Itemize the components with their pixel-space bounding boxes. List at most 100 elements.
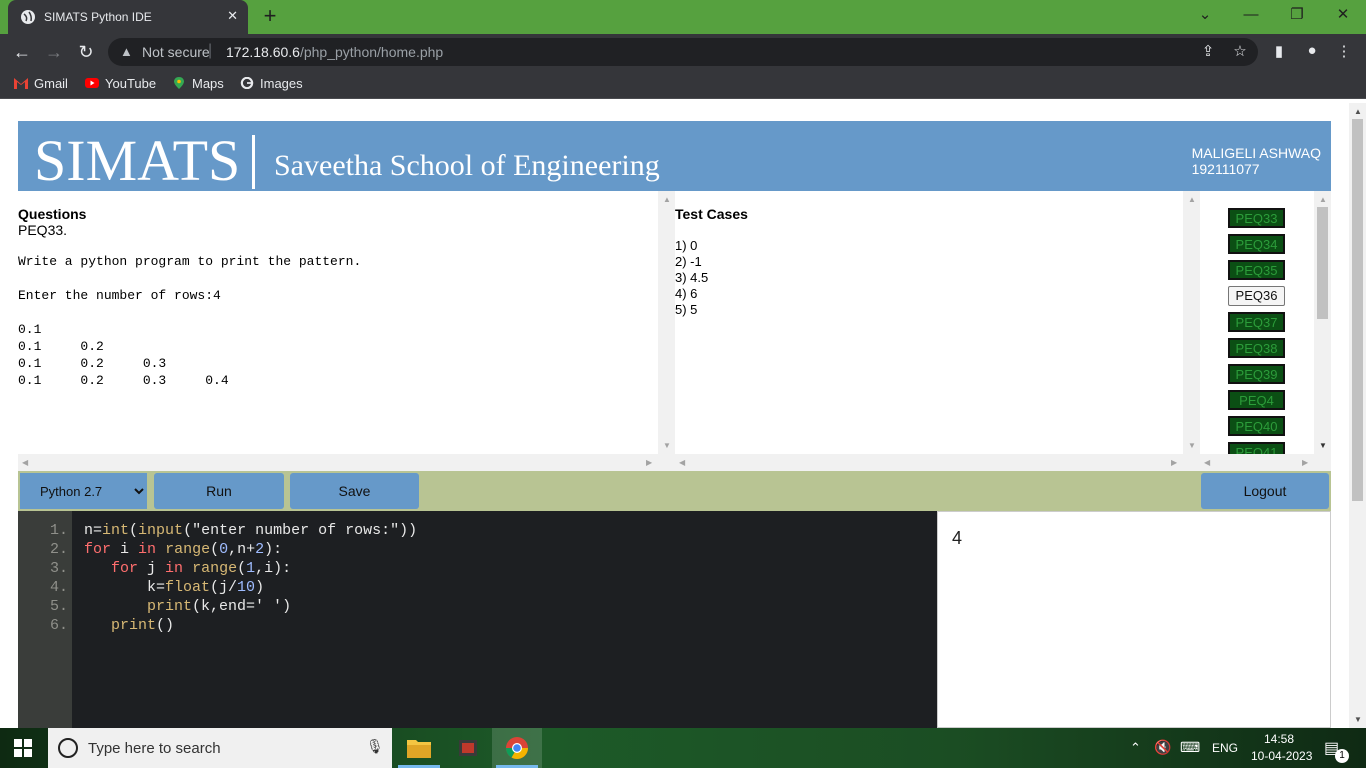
bookmark-gmail[interactable]: Gmail [14,76,68,91]
code-line[interactable]: for j in range(1,i): [84,560,291,577]
scrollbar-thumb[interactable] [1352,119,1363,501]
scroll-left-icon[interactable]: ◀ [679,458,685,467]
new-tab-button[interactable]: + [258,4,282,28]
code-editor[interactable]: 1. 2. 3. 4. 5. 6. n=int(input("enter num… [18,511,937,728]
media-app-icon[interactable] [443,728,493,768]
test-cases-panel: Test Cases 1) 0 2) -1 3) 4.5 4) 6 5) 5 [675,191,1183,454]
notification-count-badge: 1 [1335,749,1349,763]
test-cases-heading: Test Cases [675,206,748,222]
restore-button[interactable]: ❐ [1274,0,1320,30]
test-cases-horizontal-scrollbar[interactable]: ◀ ▶ [675,454,1183,471]
output-panel[interactable]: 4 [937,511,1331,728]
problem-button-peq38[interactable]: PEQ38 [1228,338,1285,358]
microphone-icon[interactable]: 🎙 [366,738,384,755]
bookmark-star-icon[interactable]: ☆ [1230,42,1250,60]
language-select[interactable]: Python 2.7 [20,473,147,509]
menu-kebab-icon[interactable]: ⋮ [1334,42,1354,60]
close-window-button[interactable]: ✕ [1320,0,1366,30]
profile-icon[interactable]: ● [1302,42,1322,59]
share-icon[interactable]: ⇪ [1198,42,1218,60]
bookmark-maps[interactable]: Maps [172,76,224,91]
browser-tab[interactable]: SIMATS Python IDE ✕ [8,0,248,34]
problem-button-peq4[interactable]: PEQ4 [1228,390,1285,410]
scroll-down-icon[interactable]: ▼ [663,441,671,450]
run-button[interactable]: Run [154,473,284,509]
page-vertical-scrollbar[interactable]: ▲ ▼ [1349,103,1366,728]
test-cases-vertical-scrollbar[interactable]: ▲ ▼ [1183,191,1200,471]
questions-heading: Questions [18,206,87,222]
minimize-button[interactable]: — [1228,0,1274,30]
bookmark-images[interactable]: Images [240,76,303,91]
folder-icon [407,740,431,758]
scroll-up-icon[interactable]: ▲ [663,195,671,204]
problem-list-horizontal-scrollbar[interactable]: ◀ ▶ [1200,454,1331,471]
input-language[interactable]: ENG [1212,741,1238,755]
scroll-up-icon[interactable]: ▲ [1354,107,1362,116]
code-line[interactable]: n=int(input("enter number of rows:")) [84,522,417,539]
tray-chevron-icon[interactable]: ⌃ [1130,740,1141,756]
address-bar[interactable]: ▲ Not secure | 172.18.60.6/php_python/ho… [108,38,1258,66]
keyboard-icon[interactable]: ⌨ [1180,739,1200,756]
line-number: 1. [49,522,68,539]
problem-button-peq41[interactable]: PEQ41 [1228,442,1285,454]
questions-horizontal-scrollbar[interactable]: ◀ ▶ [18,454,658,471]
test-case-item: 3) 4.5 [675,270,709,285]
reload-icon[interactable]: ↻ [74,40,98,64]
security-status[interactable]: Not secure [142,44,210,60]
maps-pin-icon [174,77,184,89]
scroll-down-icon[interactable]: ▼ [1354,715,1362,724]
logo-divider [252,135,255,189]
tab-search-icon[interactable]: ⌄ [1182,0,1228,30]
url-host: 172.18.60.6 [226,44,300,60]
test-case-item: 5) 5 [675,302,698,317]
file-explorer-icon[interactable] [394,728,444,768]
scroll-left-icon[interactable]: ◀ [1204,458,1210,467]
chrome-logo-icon [506,737,528,759]
problem-list-vertical-scrollbar[interactable]: ▲ ▼ [1314,191,1331,471]
back-arrow-icon[interactable]: ← [10,40,34,64]
line-number-gutter: 1. 2. 3. 4. 5. 6. [18,511,72,728]
taskbar-search-box[interactable]: Type here to search 🎙 [48,728,392,768]
scroll-right-icon[interactable]: ▶ [646,458,652,467]
forward-arrow-icon[interactable]: → [42,40,66,64]
scrollbar-thumb[interactable] [1317,207,1328,319]
test-cases-list: 1) 0 2) -1 3) 4.5 4) 6 5) 5 [675,238,708,318]
logout-button[interactable]: Logout [1201,473,1329,509]
code-line[interactable]: print(k,end=' ') [84,598,291,615]
windows-start-icon[interactable] [14,739,32,757]
scroll-down-icon[interactable]: ▼ [1319,441,1327,450]
scroll-up-icon[interactable]: ▲ [1319,195,1327,204]
tab-close-icon[interactable]: ✕ [227,8,238,24]
code-line[interactable]: print() [84,617,174,634]
scroll-up-icon[interactable]: ▲ [1188,195,1196,204]
problem-button-peq36[interactable]: PEQ36 [1228,286,1285,306]
save-button[interactable]: Save [290,473,419,509]
problem-button-peq35[interactable]: PEQ35 [1228,260,1285,280]
scroll-right-icon[interactable]: ▶ [1171,458,1177,467]
code-line[interactable]: k=float(j/10) [84,579,264,596]
film-icon [459,740,477,756]
scroll-down-icon[interactable]: ▼ [1188,441,1196,450]
scroll-left-icon[interactable]: ◀ [22,458,28,467]
school-name: Saveetha School of Engineering [274,149,660,182]
problem-button-peq33[interactable]: PEQ33 [1228,208,1285,228]
code-line[interactable]: for i in range(0,n+2): [84,541,282,558]
side-panel-icon[interactable]: ▮ [1269,42,1289,60]
warning-triangle-icon[interactable]: ▲ [120,44,133,59]
scroll-right-icon[interactable]: ▶ [1302,458,1308,467]
questions-vertical-scrollbar[interactable]: ▲ ▼ [658,191,675,471]
problem-button-peq37[interactable]: PEQ37 [1228,312,1285,332]
volume-muted-icon[interactable]: 🔇 [1154,739,1171,756]
bookmark-youtube[interactable]: YouTube [85,76,156,91]
url-text[interactable]: 172.18.60.6/php_python/home.php [226,44,443,60]
problem-button-peq34[interactable]: PEQ34 [1228,234,1285,254]
line-number: 5. [49,598,68,615]
output-text: 4 [952,528,963,548]
chrome-icon[interactable] [492,728,542,768]
problem-button-peq39[interactable]: PEQ39 [1228,364,1285,384]
clock-time[interactable]: 14:58 [1264,732,1294,746]
problem-button-peq40[interactable]: PEQ40 [1228,416,1285,436]
test-case-item: 4) 6 [675,286,698,301]
clock-date[interactable]: 10-04-2023 [1251,749,1312,763]
student-id: 192111077 [1191,161,1260,177]
